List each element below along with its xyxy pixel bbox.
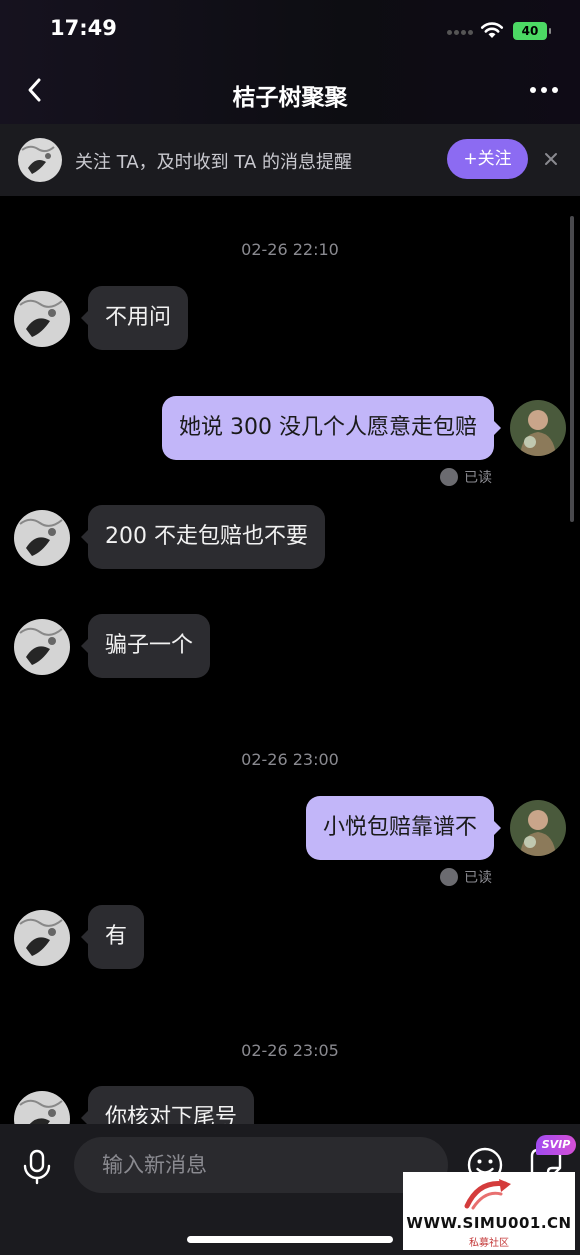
contact-avatar[interactable] [14, 510, 70, 566]
status-time: 17:49 [50, 16, 117, 40]
follow-button[interactable]: +关注 [447, 139, 528, 179]
incoming-message-bubble[interactable]: 有 [80, 905, 145, 969]
wifi-icon [480, 22, 504, 38]
watermark: WWW.SIMU001.CN 私募社区 [403, 1172, 575, 1250]
incoming-message-bubble[interactable]: 200 不走包赔也不要 [81, 505, 325, 569]
contact-avatar[interactable] [18, 138, 62, 182]
incoming-message-bubble[interactable]: 骗子一个 [80, 614, 211, 678]
my-avatar[interactable] [510, 400, 566, 456]
battery-icon: 40 [513, 22, 551, 40]
incoming-message-bubble[interactable]: 你核对下尾号 [80, 1086, 255, 1124]
message-input[interactable]: 输入新消息 [74, 1137, 448, 1193]
cellular-signal-icon [447, 30, 473, 36]
chat-title: 桔子树聚聚 [232, 85, 348, 111]
follow-banner: 关注 TA，及时收到 TA 的消息提醒 +关注 [0, 124, 580, 196]
watermark-label: 私募社区 [469, 1238, 509, 1249]
home-indicator[interactable] [187, 1236, 393, 1243]
my-avatar[interactable] [510, 800, 566, 856]
contact-avatar[interactable] [14, 619, 70, 675]
simu-logo-icon [464, 1179, 511, 1210]
read-receipt: 已读 [440, 868, 492, 888]
message-timestamp: 02-26 23:05 [241, 1041, 339, 1060]
read-receipt: 已读 [440, 468, 492, 488]
message-timestamp: 02-26 22:10 [241, 240, 339, 259]
message-timestamp: 02-26 23:00 [241, 750, 339, 769]
incoming-message-bubble[interactable]: 不用问 [80, 286, 189, 350]
outgoing-message-bubble[interactable]: 小悦包赔靠谱不 [305, 796, 502, 860]
svip-badge: SVIP [536, 1135, 576, 1155]
status-bar: 17:49 40 [0, 0, 580, 60]
contact-avatar[interactable] [14, 910, 70, 966]
outgoing-message-bubble[interactable]: 她说 300 没几个人愿意走包赔 [162, 396, 501, 460]
check-icon [440, 468, 458, 486]
close-icon[interactable] [540, 148, 562, 170]
more-options-icon[interactable] [526, 87, 562, 95]
follow-prompt-text: 关注 TA，及时收到 TA 的消息提醒 [75, 152, 352, 173]
nav-bar: 桔子树聚聚 [0, 60, 580, 124]
contact-avatar[interactable] [14, 1091, 70, 1124]
watermark-url: WWW.SIMU001.CN [406, 1214, 572, 1232]
scrollbar[interactable] [570, 216, 574, 522]
microphone-icon[interactable] [20, 1148, 54, 1186]
check-icon [440, 868, 458, 886]
chat-message-list[interactable]: 02-26 22:10 不用问 她说 300 没几个人愿意走包赔 已读 200 … [0, 196, 580, 1124]
contact-avatar[interactable] [14, 291, 70, 347]
